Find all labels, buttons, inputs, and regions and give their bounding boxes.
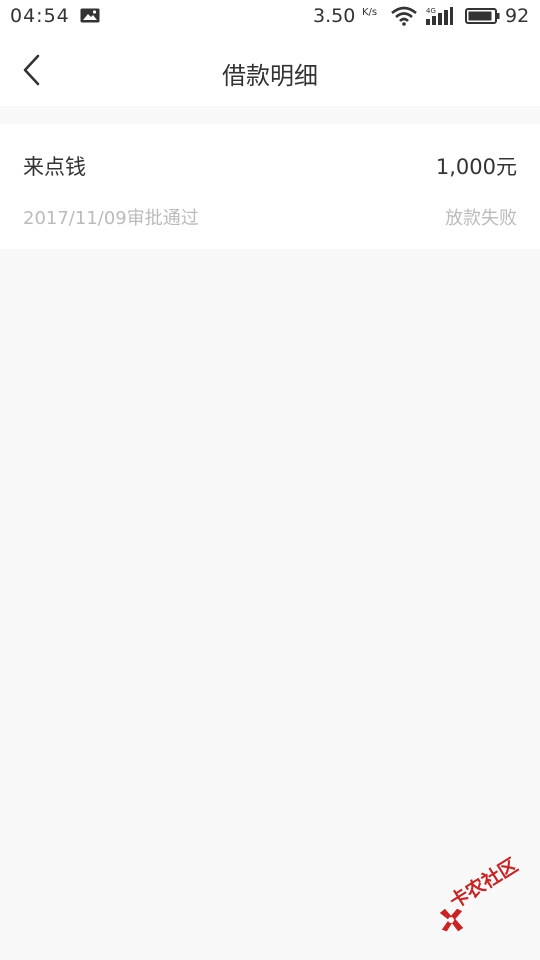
loan-approval-date: 2017/11/09审批通过 (23, 208, 199, 229)
loan-record-card[interactable]: 来点钱 1,000元 2017/11/09审批通过 放款失败 (0, 124, 540, 249)
app-screen: 04:54 3.50 K/s 4G 92 借款明细 来点钱 1,000元 201… (0, 0, 540, 960)
cell-signal-icon: 4G (424, 6, 454, 26)
net-speed: 3.50 (313, 5, 356, 27)
loan-amount: 1,000元 (435, 155, 517, 179)
battery-percent: 92 (505, 5, 530, 27)
nav-header: 借款明细 (0, 36, 540, 106)
wifi-icon (391, 6, 417, 26)
network-type-label: 4G (426, 7, 436, 15)
battery-icon (465, 8, 500, 24)
image-notification-icon (80, 8, 100, 23)
status-time: 04:54 (10, 5, 70, 27)
loan-product-name: 来点钱 (23, 155, 86, 179)
watermark: 卡农社区 (432, 854, 537, 945)
status-bar: 04:54 3.50 K/s 4G 92 (0, 0, 540, 36)
watermark-text: 卡农社区 (445, 854, 522, 914)
loan-result-status: 放款失败 (445, 208, 517, 229)
page-title: 借款明细 (222, 62, 318, 90)
net-speed-unit: K/s (362, 7, 378, 18)
